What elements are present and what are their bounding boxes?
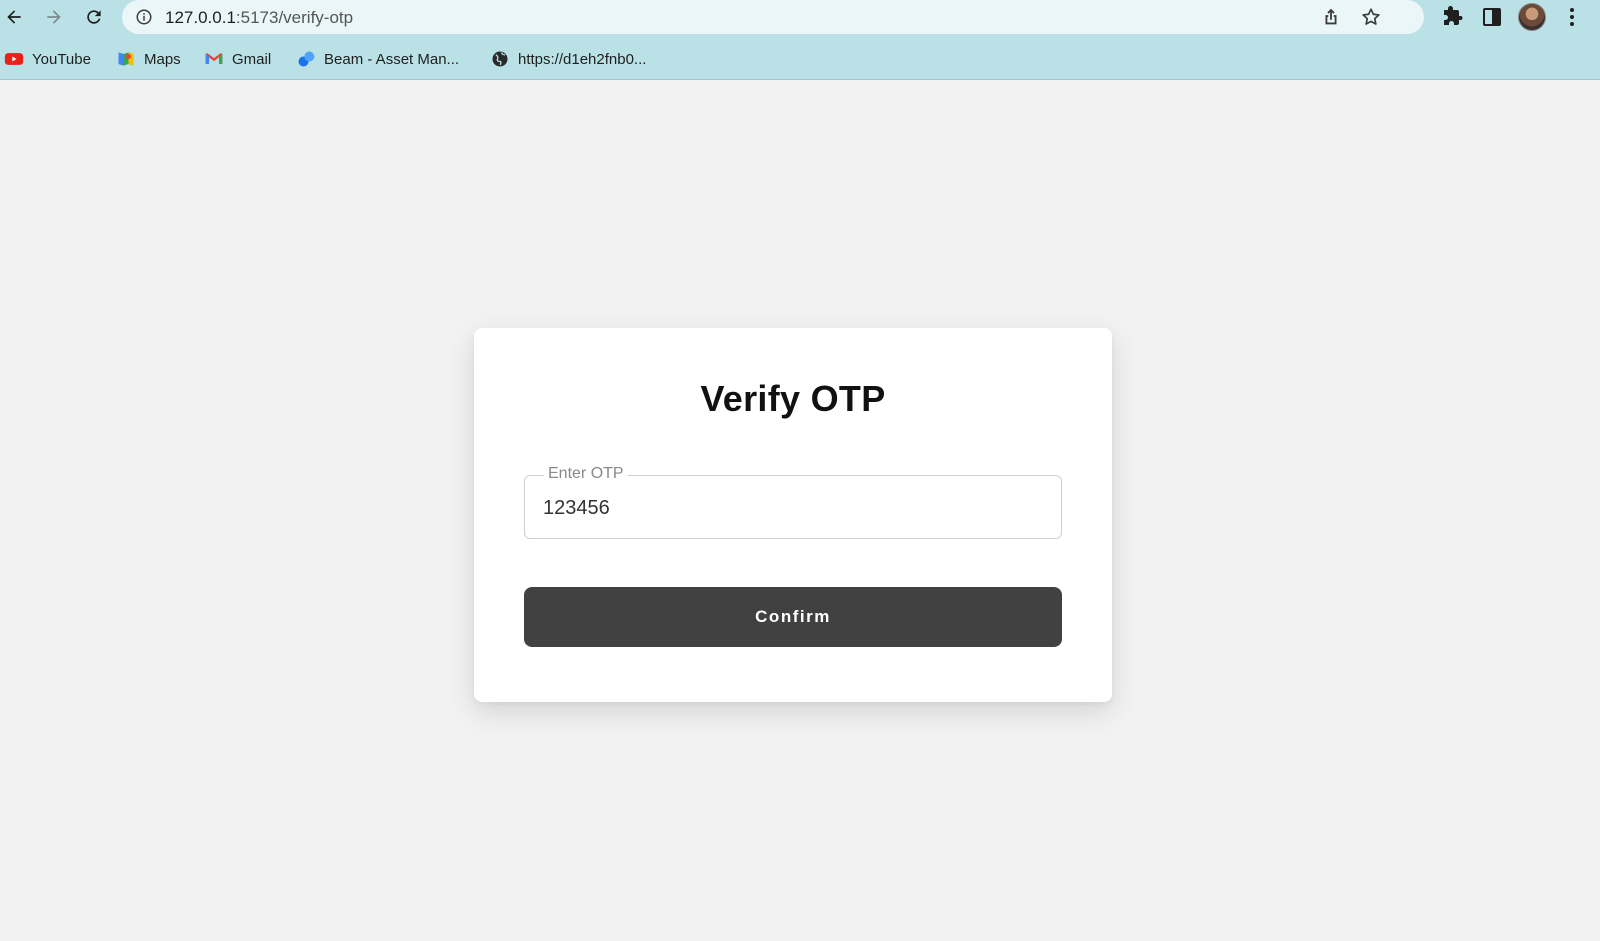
page-content: Verify OTP Enter OTP Confirm <box>0 80 1600 941</box>
extensions-button[interactable] <box>1440 5 1464 29</box>
bookmark-label: YouTube <box>32 50 91 68</box>
star-icon <box>1362 8 1380 25</box>
puzzle-icon <box>1444 6 1463 25</box>
url-text[interactable]: 127.0.0.1:5173/verify-otp <box>165 8 353 28</box>
forward-button[interactable] <box>40 3 68 31</box>
browser-chrome: 127.0.0.1:5173/verify-otp YouTube Maps G… <box>0 0 1600 80</box>
forward-arrow-icon <box>47 10 61 24</box>
url-host: 127.0.0.1 <box>165 8 236 27</box>
browser-toolbar: 127.0.0.1:5173/verify-otp <box>0 0 1600 34</box>
bookmark-url[interactable]: https://d1eh2fnb0... <box>490 47 646 71</box>
address-bar[interactable]: 127.0.0.1:5173/verify-otp <box>122 0 1424 34</box>
gmail-icon <box>204 49 224 69</box>
url-path: :5173/verify-otp <box>235 8 354 27</box>
bookmark-label: https://d1eh2fnb0... <box>518 50 647 68</box>
bookmarks-bar: YouTube Maps Gmail Beam - Asset Man... h… <box>0 44 1600 74</box>
profile-avatar[interactable] <box>1518 3 1546 31</box>
otp-input[interactable] <box>543 494 1043 522</box>
reload-icon <box>87 10 101 24</box>
bookmark-label: Gmail <box>232 50 272 68</box>
side-panel-button[interactable] <box>1480 5 1504 29</box>
share-icon <box>1325 8 1337 25</box>
bookmark-star-button[interactable] <box>1360 6 1382 28</box>
bookmark-youtube[interactable]: YouTube <box>4 47 91 71</box>
confirm-button[interactable]: Confirm <box>524 587 1062 647</box>
bookmark-label: Beam - Asset Man... <box>324 50 460 68</box>
page-title: Verify OTP <box>700 378 886 419</box>
browser-menu-button[interactable] <box>1560 5 1584 29</box>
site-info-icon[interactable] <box>135 8 153 26</box>
youtube-icon <box>4 49 24 69</box>
share-button[interactable] <box>1320 6 1342 28</box>
reload-button[interactable] <box>80 3 108 31</box>
side-panel-icon <box>1483 8 1501 26</box>
back-arrow-icon <box>7 10 21 24</box>
kebab-menu-icon <box>1570 8 1574 26</box>
maps-icon <box>116 49 136 69</box>
otp-field[interactable]: Enter OTP <box>524 465 1062 539</box>
bookmark-label: Maps <box>144 50 181 68</box>
otp-field-label: Enter OTP <box>544 465 628 483</box>
bookmark-gmail[interactable]: Gmail <box>204 47 271 71</box>
back-button[interactable] <box>0 3 28 31</box>
bookmark-maps[interactable]: Maps <box>116 47 181 71</box>
verify-otp-card: Verify OTP Enter OTP Confirm <box>474 328 1112 702</box>
bookmark-beam[interactable]: Beam - Asset Man... <box>296 47 459 71</box>
beam-icon <box>296 49 316 69</box>
globe-icon <box>490 49 510 69</box>
